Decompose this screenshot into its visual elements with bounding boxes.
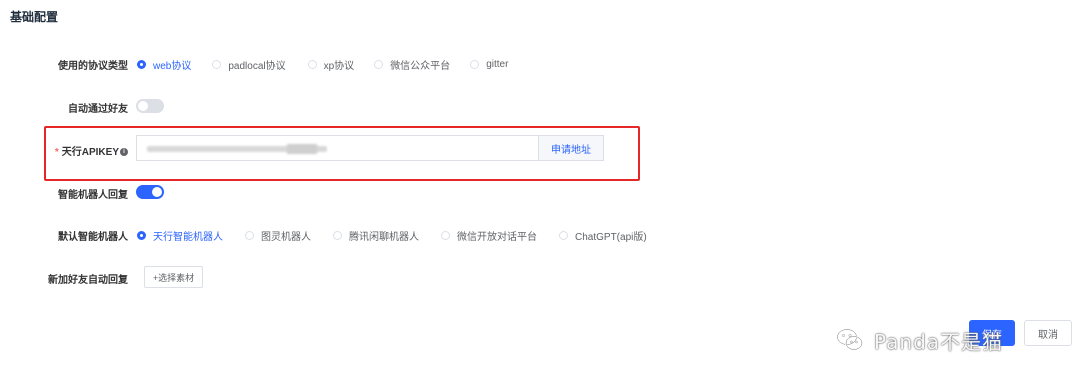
switch-knob (138, 101, 148, 111)
radio-dot (470, 60, 480, 69)
radio-turing-bot[interactable]: 图灵机器人 (245, 228, 311, 243)
radio-dot (441, 231, 450, 240)
radio-tencent-chat-bot[interactable]: 腾讯闲聊机器人 (333, 228, 419, 243)
radio-web[interactable]: web协议 (137, 57, 191, 72)
radio-dot (245, 231, 254, 240)
smart-reply-label: 智能机器人回复 (58, 190, 128, 201)
auto-accept-label: 自动通过好友 (68, 104, 128, 115)
required-mark: * (54, 147, 59, 158)
radio-label: 天行智能机器人 (153, 232, 223, 243)
select-material-button[interactable]: +选择素材 (144, 266, 203, 288)
radio-gitter[interactable]: gitter (470, 59, 508, 70)
apply-address-button[interactable]: 申请地址 (538, 135, 604, 161)
radio-label: 图灵机器人 (261, 232, 311, 243)
default-bot-radio-group: 天行智能机器人 图灵机器人 腾讯闲聊机器人 微信开放对话平台 ChatGPT(a… (137, 228, 666, 243)
smart-reply-switch[interactable] (136, 185, 164, 199)
radio-dot (559, 231, 568, 240)
radio-label: 腾讯闲聊机器人 (349, 232, 419, 243)
protocol-label: 使用的协议类型 (58, 61, 128, 72)
radio-label: padlocal协议 (228, 61, 286, 72)
api-key-input[interactable] (136, 135, 538, 161)
default-bot-label: 默认智能机器人 (58, 232, 128, 243)
radio-label: gitter (486, 59, 509, 70)
radio-label: 微信开放对话平台 (457, 232, 537, 243)
api-key-label: * 天行APIKEY i (0, 143, 128, 158)
radio-chatgpt[interactable]: ChatGPT(api版) (559, 228, 647, 243)
section-title: 基础配置 (10, 10, 59, 24)
radio-label: web协议 (153, 61, 192, 72)
radio-dot (137, 60, 146, 69)
info-icon[interactable]: i (120, 148, 128, 157)
radio-tianxing-bot[interactable]: 天行智能机器人 (137, 228, 223, 243)
wechat-logo-icon (836, 328, 863, 351)
watermark-text: Panda不是猫 (874, 329, 1004, 354)
protocol-radio-group: web协议 padlocal协议 xp协议 微信公众平台 gitter (137, 57, 527, 72)
radio-wechat-official[interactable]: 微信公众平台 (374, 57, 450, 72)
radio-xp[interactable]: xp协议 (307, 57, 355, 72)
radio-dot (212, 60, 222, 69)
radio-label: ChatGPT(api版) (575, 232, 647, 243)
api-key-label-text: 天行APIKEY (61, 147, 119, 158)
radio-dot (333, 231, 342, 240)
redacted-value (287, 144, 317, 154)
radio-label: xp协议 (323, 61, 355, 72)
radio-padlocal[interactable]: padlocal协议 (212, 57, 286, 72)
cancel-button[interactable]: 取消 (1024, 320, 1072, 346)
auto-accept-switch[interactable] (136, 99, 164, 113)
radio-dot (137, 231, 146, 240)
radio-dot (307, 60, 317, 69)
radio-wechat-dialog-platform[interactable]: 微信开放对话平台 (441, 228, 537, 243)
radio-label: 微信公众平台 (390, 61, 451, 72)
new-friend-reply-label: 新加好友自动回复 (48, 275, 128, 286)
watermark: Panda不是猫 (836, 320, 1003, 360)
radio-dot (374, 60, 384, 69)
switch-knob (152, 187, 162, 197)
